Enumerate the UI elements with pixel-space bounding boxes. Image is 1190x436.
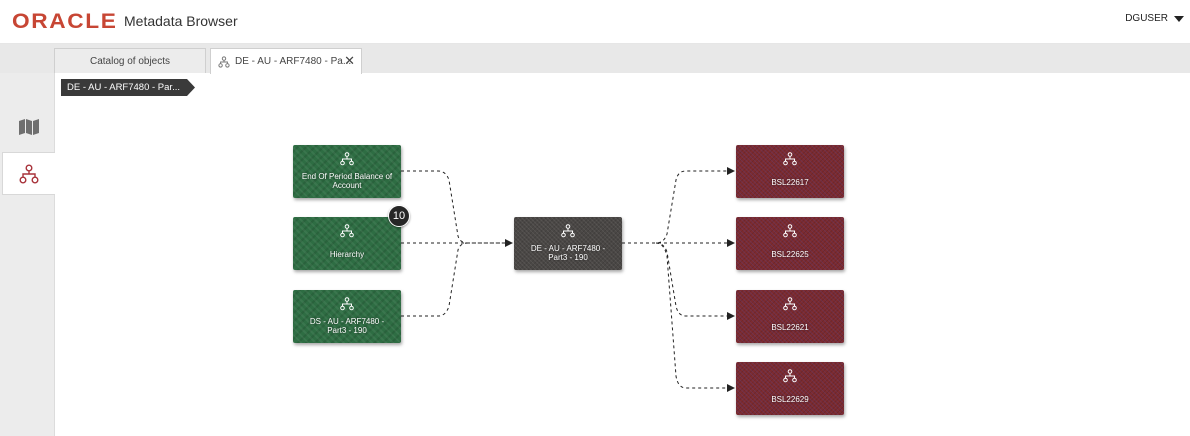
hierarchy-icon — [783, 369, 797, 383]
breadcrumb[interactable]: DE - AU - ARF7480 - Par... — [61, 79, 195, 96]
node-label: DE - AU - ARF7480 - Part3 - 190 — [530, 244, 606, 262]
hierarchy-icon — [218, 55, 230, 68]
node-source-3[interactable]: DS - AU - ARF7480 - Part3 - 190 — [293, 290, 401, 343]
rail-hierarchy-button[interactable] — [2, 152, 55, 195]
node-label: Hierarchy — [329, 250, 365, 259]
node-label: BSL22621 — [771, 323, 809, 332]
node-target-2[interactable]: BSL22625 — [736, 217, 844, 270]
caret-down-icon — [1174, 15, 1184, 22]
user-name: DGUSER — [1125, 13, 1168, 24]
left-rail — [0, 73, 55, 436]
hierarchy-icon — [340, 152, 354, 166]
tab-label: Catalog of objects — [89, 55, 171, 67]
hierarchy-icon — [561, 224, 575, 238]
node-target-4[interactable]: BSL22629 — [736, 362, 844, 415]
app-header: ORACLE Metadata Browser DGUSER — [0, 0, 1190, 44]
edge-target-4 — [655, 242, 735, 392]
hierarchy-icon — [783, 297, 797, 311]
edge-source-1 — [401, 170, 513, 247]
app-title: Metadata Browser — [124, 13, 238, 29]
tab-strip: Catalog of objects DE - AU - ARF7480 - P… — [0, 44, 1190, 74]
edge-target-3 — [655, 242, 735, 320]
count-badge[interactable]: 10 — [388, 205, 410, 227]
rail-map-button[interactable] — [2, 105, 55, 148]
node-label: BSL22629 — [771, 395, 809, 404]
node-target-3[interactable]: BSL22621 — [736, 290, 844, 343]
tab-lineage[interactable]: DE - AU - ARF7480 - Pa... ✕ — [210, 48, 362, 74]
tab-catalog-of-objects[interactable]: Catalog of objects — [54, 48, 206, 73]
node-label: DS - AU - ARF7480 - Part3 - 190 — [309, 317, 385, 335]
hierarchy-icon — [783, 152, 797, 166]
node-label: End Of Period Balance of Account — [301, 172, 393, 190]
hierarchy-icon — [783, 224, 797, 238]
node-label: BSL22625 — [771, 250, 809, 259]
tab-label: DE - AU - ARF7480 - Pa... — [235, 56, 352, 67]
oracle-logo: ORACLE — [12, 10, 118, 33]
node-source-2[interactable]: Hierarchy — [293, 217, 401, 270]
map-icon — [18, 118, 39, 135]
node-label: BSL22617 — [771, 178, 809, 187]
hierarchy-icon — [340, 224, 354, 238]
user-menu[interactable]: DGUSER — [1125, 13, 1184, 24]
close-icon[interactable]: ✕ — [344, 54, 355, 67]
node-source-1[interactable]: End Of Period Balance of Account — [293, 145, 401, 198]
node-target-1[interactable]: BSL22617 — [736, 145, 844, 198]
edge-target-1 — [622, 167, 735, 244]
node-center[interactable]: DE - AU - ARF7480 - Part3 - 190 — [514, 217, 622, 270]
hierarchy-icon — [19, 164, 39, 183]
hierarchy-icon — [340, 297, 354, 311]
edge-source-3 — [401, 242, 469, 317]
